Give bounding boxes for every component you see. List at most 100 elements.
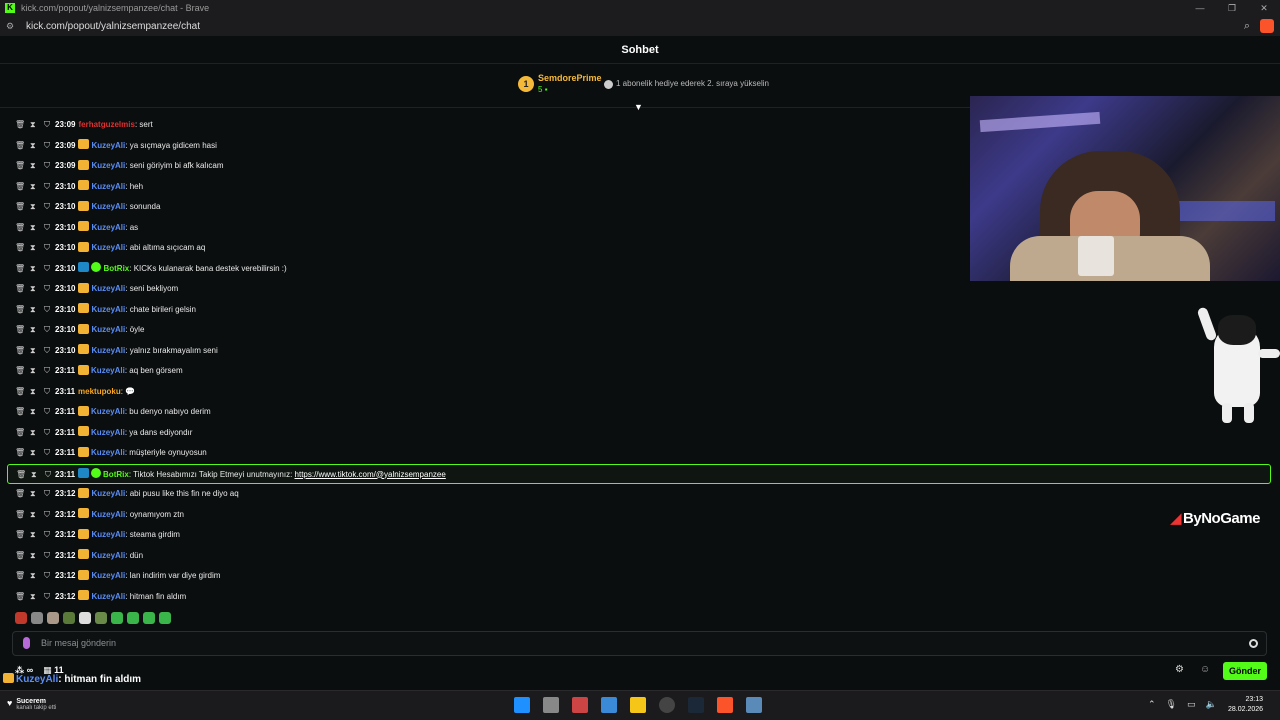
emote-icon[interactable] — [79, 612, 91, 624]
delete-icon[interactable]: 🗑 — [15, 361, 25, 381]
message-username[interactable]: KuzeyAli — [91, 141, 125, 150]
timeout-icon[interactable]: ⧗ — [30, 361, 36, 381]
timeout-icon[interactable]: ⧗ — [30, 177, 36, 197]
leader-name[interactable]: SemdorePrime — [538, 73, 602, 83]
message-username[interactable]: KuzeyAli — [91, 510, 125, 519]
emote-icon[interactable] — [31, 612, 43, 624]
timeout-icon[interactable]: ⧗ — [30, 300, 36, 320]
timeout-icon[interactable]: ⧗ — [30, 197, 36, 217]
chat-input[interactable]: Bir mesaj gönderin — [12, 631, 1267, 656]
app-icon[interactable] — [746, 697, 762, 713]
delete-icon[interactable]: 🗑 — [15, 156, 25, 176]
ban-icon[interactable]: ⛉ — [44, 484, 50, 504]
scroll-to-bottom-icon[interactable]: ▼ — [634, 102, 643, 112]
network-icon[interactable]: ▭ — [1187, 699, 1196, 710]
minimize-icon[interactable]: — — [1184, 0, 1216, 16]
delete-icon[interactable]: 🗑 — [15, 238, 25, 258]
ban-icon[interactable]: ⛉ — [44, 587, 50, 607]
timeout-icon[interactable]: ⧗ — [30, 423, 36, 443]
file-explorer-icon[interactable] — [630, 697, 646, 713]
site-info-icon[interactable]: ⚙ — [6, 21, 16, 31]
ban-icon[interactable]: ⛉ — [44, 505, 50, 525]
chat-message[interactable]: 🗑 ⧗ ⛉ 23:10 KuzeyAli: öyle — [0, 320, 1280, 341]
ban-icon[interactable]: ⛉ — [44, 115, 50, 135]
task-view-icon[interactable] — [543, 697, 559, 713]
chat-message[interactable]: 🗑 ⧗ ⛉ 23:11 KuzeyAli: ya dans ediyondır — [0, 423, 1280, 444]
delete-icon[interactable]: 🗑 — [15, 423, 25, 443]
delete-icon[interactable]: 🗑 — [15, 525, 25, 545]
ban-icon[interactable]: ⛉ — [44, 300, 50, 320]
timeout-icon[interactable]: ⧗ — [31, 465, 37, 485]
ban-icon[interactable]: ⛉ — [44, 423, 50, 443]
message-username[interactable]: BotRix — [103, 264, 129, 273]
timeout-icon[interactable]: ⧗ — [30, 156, 36, 176]
timeout-icon[interactable]: ⧗ — [30, 259, 36, 279]
message-username[interactable]: KuzeyAli — [91, 223, 125, 232]
delete-icon[interactable]: 🗑 — [15, 382, 25, 402]
settings-gear-icon[interactable]: ⚙ — [1175, 664, 1184, 675]
ban-icon[interactable]: ⛉ — [44, 566, 50, 586]
ban-icon[interactable]: ⛉ — [44, 402, 50, 422]
chat-message[interactable]: 🗑 ⧗ ⛉ 23:10 KuzeyAli: chate birileri gelsin — [0, 300, 1280, 321]
chat-message[interactable]: 🗑 ⧗ ⛉ 23:11 BotRix: Tiktok Hesabımızı Takip … — [7, 463, 1271, 485]
delete-icon[interactable]: 🗑 — [15, 587, 25, 607]
chat-message[interactable]: 🗑 ⧗ ⛉ 23:10 KuzeyAli: seni bekliyom — [0, 279, 1280, 300]
emote-icon[interactable] — [127, 612, 139, 624]
delete-icon[interactable]: 🗑 — [15, 341, 25, 361]
chat-message[interactable]: 🗑 ⧗ ⛉ 23:12 KuzeyAli: hitman fin aldım — [0, 587, 1280, 608]
ban-icon[interactable]: ⛉ — [44, 443, 50, 463]
microphone-tray-icon[interactable]: 🎙 — [1166, 699, 1177, 710]
message-username[interactable]: KuzeyAli — [91, 202, 125, 211]
message-username[interactable]: KuzeyAli — [91, 325, 125, 334]
emote-icon[interactable] — [159, 612, 171, 624]
message-username[interactable]: BotRix — [103, 470, 129, 479]
ban-icon[interactable]: ⛉ — [44, 525, 50, 545]
timeout-icon[interactable]: ⧗ — [30, 566, 36, 586]
ban-icon[interactable]: ⛉ — [45, 465, 51, 485]
chat-message[interactable]: 🗑 ⧗ ⛉ 23:11 mektupoku: 💬 — [0, 382, 1280, 403]
emote-icon[interactable] — [95, 612, 107, 624]
ban-icon[interactable]: ⛉ — [44, 341, 50, 361]
microphone-icon[interactable] — [23, 637, 30, 649]
message-username[interactable]: KuzeyAli — [91, 571, 125, 580]
emote-picker-icon[interactable]: ☺ — [1200, 664, 1210, 675]
emoji-icon[interactable] — [1249, 639, 1258, 648]
message-username[interactable]: KuzeyAli — [91, 551, 125, 560]
app-icon[interactable] — [659, 697, 675, 713]
timeout-icon[interactable]: ⧗ — [30, 402, 36, 422]
ban-icon[interactable]: ⛉ — [44, 136, 50, 156]
timeout-icon[interactable]: ⧗ — [30, 136, 36, 156]
timeout-icon[interactable]: ⧗ — [30, 218, 36, 238]
delete-icon[interactable]: 🗑 — [15, 177, 25, 197]
message-username[interactable]: KuzeyAli — [91, 366, 125, 375]
message-link[interactable]: https://www.tiktok.com/@yalnizsempanzee — [295, 470, 446, 479]
timeout-icon[interactable]: ⧗ — [30, 238, 36, 258]
chat-message[interactable]: 🗑 ⧗ ⛉ 23:12 KuzeyAli: oynamıyom ztn — [0, 505, 1280, 526]
message-username[interactable]: KuzeyAli — [91, 284, 125, 293]
message-username[interactable]: ferhatguzelmis — [78, 120, 134, 129]
timeout-icon[interactable]: ⧗ — [30, 341, 36, 361]
message-username[interactable]: KuzeyAli — [91, 182, 125, 191]
timeout-icon[interactable]: ⧗ — [30, 320, 36, 340]
delete-icon[interactable]: 🗑 — [15, 197, 25, 217]
message-username[interactable]: KuzeyAli — [91, 448, 125, 457]
delete-icon[interactable]: 🗑 — [15, 443, 25, 463]
message-username[interactable]: KuzeyAli — [91, 243, 125, 252]
ban-icon[interactable]: ⛉ — [44, 156, 50, 176]
delete-icon[interactable]: 🗑 — [15, 218, 25, 238]
emote-icon[interactable] — [111, 612, 123, 624]
maximize-icon[interactable]: ❐ — [1216, 0, 1248, 16]
system-clock[interactable]: 23:13 28.02.2026 — [1228, 695, 1263, 715]
delete-icon[interactable]: 🗑 — [15, 484, 25, 504]
chat-message[interactable]: 🗑 ⧗ ⛉ 23:11 KuzeyAli: aq ben görsem — [0, 361, 1280, 382]
start-menu-icon[interactable] — [514, 697, 530, 713]
message-username[interactable]: KuzeyAli — [91, 161, 125, 170]
volume-icon[interactable]: 🔈 — [1206, 699, 1217, 710]
message-username[interactable]: KuzeyAli — [91, 428, 125, 437]
ban-icon[interactable]: ⛉ — [44, 320, 50, 340]
delete-icon[interactable]: 🗑 — [15, 279, 25, 299]
message-username[interactable]: KuzeyAli — [91, 530, 125, 539]
chat-message[interactable]: 🗑 ⧗ ⛉ 23:12 KuzeyAli: dün — [0, 546, 1280, 567]
chat-message[interactable]: 🗑 ⧗ ⛉ 23:11 KuzeyAli: müşteriyle oynuyosun — [0, 443, 1280, 464]
timeout-icon[interactable]: ⧗ — [30, 484, 36, 504]
